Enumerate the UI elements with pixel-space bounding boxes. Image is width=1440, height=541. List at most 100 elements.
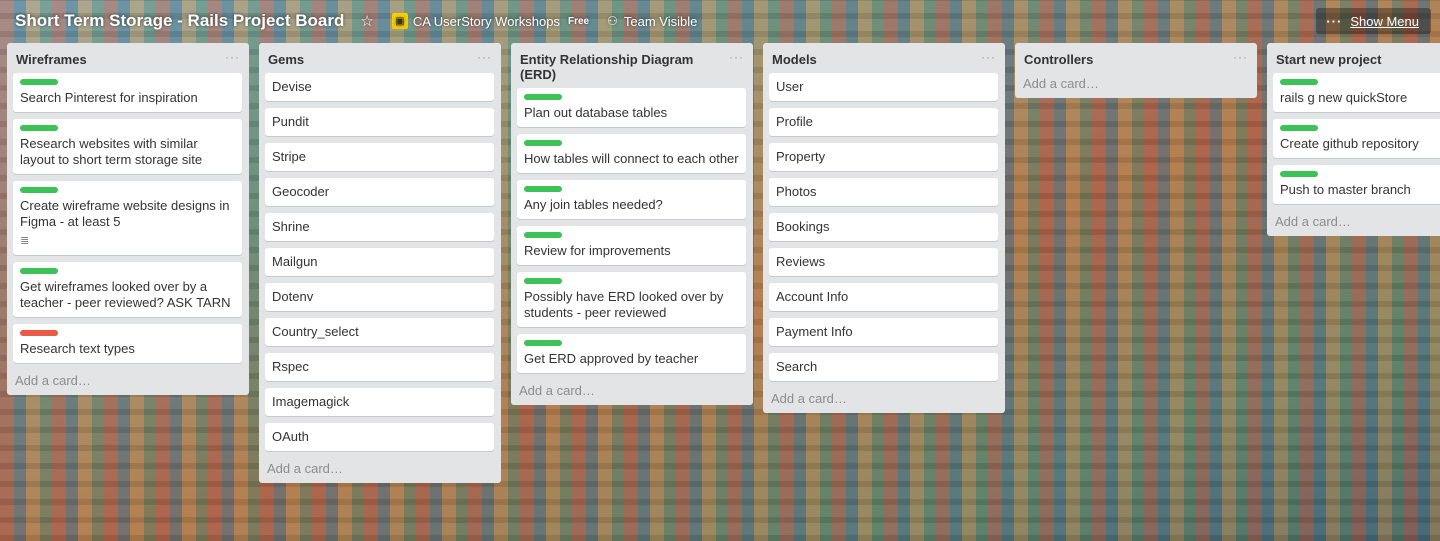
add-card-button[interactable]: Add a card… — [1273, 211, 1440, 230]
card-title: Create wireframe website designs in Figm… — [20, 198, 230, 229]
card[interactable]: Search — [769, 353, 998, 381]
visibility-button[interactable]: ⚇ Team Visible — [607, 14, 697, 29]
card[interactable]: Pundit — [265, 108, 494, 136]
card[interactable]: Plan out database tables — [517, 88, 746, 127]
green-label-bar — [20, 79, 58, 85]
card[interactable]: Possibly have ERD looked over by student… — [517, 272, 746, 327]
list-title[interactable]: Start new project — [1276, 52, 1381, 67]
card-title: Pundit — [272, 114, 309, 129]
card[interactable]: Property — [769, 143, 998, 171]
list: Controllers ··· Add a card… — [1015, 43, 1257, 98]
green-label-bar — [1280, 79, 1318, 85]
add-card-button[interactable]: Add a card… — [13, 370, 242, 389]
card[interactable]: Bookings — [769, 213, 998, 241]
card[interactable]: Rspec — [265, 353, 494, 381]
list-menu-icon[interactable]: ··· — [729, 51, 744, 63]
card[interactable]: Any join tables needed? — [517, 180, 746, 219]
board-header: Short Term Storage - Rails Project Board… — [0, 0, 1440, 42]
show-menu-button[interactable]: ··· Show Menu — [1316, 8, 1431, 34]
green-label-bar — [20, 268, 58, 274]
add-card-button[interactable]: Add a card… — [265, 458, 494, 477]
list-header: Wireframes ··· — [13, 43, 242, 73]
card-title: Possibly have ERD looked over by student… — [524, 289, 724, 320]
list-title[interactable]: Models — [772, 52, 817, 67]
org-button[interactable]: ▣ CA UserStory Workshops Free — [391, 13, 589, 29]
card-title: Bookings — [776, 219, 830, 234]
card[interactable]: Geocoder — [265, 178, 494, 206]
card[interactable]: Imagemagick — [265, 388, 494, 416]
card-title: Search — [776, 359, 818, 374]
card-title: Search Pinterest for inspiration — [20, 90, 198, 105]
card-title: Imagemagick — [272, 394, 350, 409]
list-menu-icon[interactable]: ··· — [1233, 51, 1248, 63]
card[interactable]: Get ERD approved by teacher — [517, 334, 746, 373]
card[interactable]: Review for improvements — [517, 226, 746, 265]
list-menu-icon[interactable]: ··· — [477, 51, 492, 63]
card[interactable]: Mailgun — [265, 248, 494, 276]
card-title: Payment Info — [776, 324, 853, 339]
list-menu-icon[interactable]: ··· — [981, 51, 996, 63]
list-header: Gems ··· — [265, 43, 494, 73]
visibility-label: Team Visible — [623, 13, 698, 29]
card[interactable]: Country_select — [265, 318, 494, 346]
card[interactable]: Profile — [769, 108, 998, 136]
card-title: Photos — [776, 184, 817, 199]
list-menu-icon[interactable]: ··· — [225, 51, 240, 63]
green-label-bar — [524, 340, 562, 346]
add-card-button[interactable]: Add a card… — [517, 380, 746, 399]
card[interactable]: Research text types — [13, 324, 242, 363]
add-card-button[interactable]: Add a card… — [1021, 73, 1250, 92]
card[interactable]: Stripe — [265, 143, 494, 171]
card-title: OAuth — [272, 429, 309, 444]
card[interactable]: Create github repository — [1273, 119, 1440, 158]
card[interactable]: Shrine — [265, 213, 494, 241]
card-title: Review for improvements — [524, 243, 671, 258]
add-card-button[interactable]: Add a card… — [769, 388, 998, 407]
card-title: Shrine — [272, 219, 310, 234]
card-title: Devise — [272, 79, 312, 94]
list-header: Start new project··· — [1273, 43, 1440, 73]
list: Gems ··· Devise Pundit Stripe Geocoder Shrine M… — [259, 43, 501, 483]
card[interactable]: Push to master branch — [1273, 165, 1440, 204]
board-title[interactable]: Short Term Storage - Rails Project Board — [15, 8, 344, 34]
green-label-bar — [1280, 171, 1318, 177]
card[interactable]: Get wireframes looked over by a teacher … — [13, 262, 242, 317]
card[interactable]: Search Pinterest for inspiration — [13, 73, 242, 112]
card-title: Rspec — [272, 359, 309, 374]
star-icon[interactable]: ☆ — [360, 12, 373, 30]
card-title: Stripe — [272, 149, 306, 164]
card[interactable]: Create wireframe website designs in Figm… — [13, 181, 242, 255]
card[interactable]: Research websites with similar layout to… — [13, 119, 242, 174]
card-title: Reviews — [776, 254, 826, 269]
card-title: How tables will connect to each other — [524, 151, 739, 166]
card[interactable]: rails g new quickStore — [1273, 73, 1440, 112]
green-label-bar — [20, 187, 58, 193]
card[interactable]: OAuth — [265, 423, 494, 451]
card-title: Research websites with similar layout to… — [20, 136, 203, 167]
card-title: Plan out database tables — [524, 105, 668, 120]
show-menu-label: Show Menu — [1350, 13, 1419, 29]
card-title: Property — [776, 149, 826, 164]
card[interactable]: Reviews — [769, 248, 998, 276]
card-title: Geocoder — [272, 184, 330, 199]
card[interactable]: Payment Info — [769, 318, 998, 346]
card-title: rails g new quickStore — [1280, 90, 1408, 105]
green-label-bar — [20, 125, 58, 131]
card[interactable]: Photos — [769, 178, 998, 206]
list-header: Models ··· — [769, 43, 998, 73]
list-title[interactable]: Controllers — [1024, 52, 1093, 67]
list-header: Entity Relationship Diagram (ERD) ··· — [517, 43, 746, 88]
list-title[interactable]: Gems — [268, 52, 304, 67]
list-title[interactable]: Wireframes — [16, 52, 87, 67]
green-label-bar — [524, 94, 562, 100]
card[interactable]: Dotenv — [265, 283, 494, 311]
card[interactable]: Devise — [265, 73, 494, 101]
card-title: User — [776, 79, 804, 94]
list: Entity Relationship Diagram (ERD) ··· Plan… — [511, 43, 753, 405]
card[interactable]: How tables will connect to each other — [517, 134, 746, 173]
card[interactable]: Account Info — [769, 283, 998, 311]
green-label-bar — [524, 278, 562, 284]
card[interactable]: User — [769, 73, 998, 101]
list-title[interactable]: Entity Relationship Diagram (ERD) — [520, 52, 729, 82]
card-title: Push to master branch — [1280, 182, 1411, 197]
